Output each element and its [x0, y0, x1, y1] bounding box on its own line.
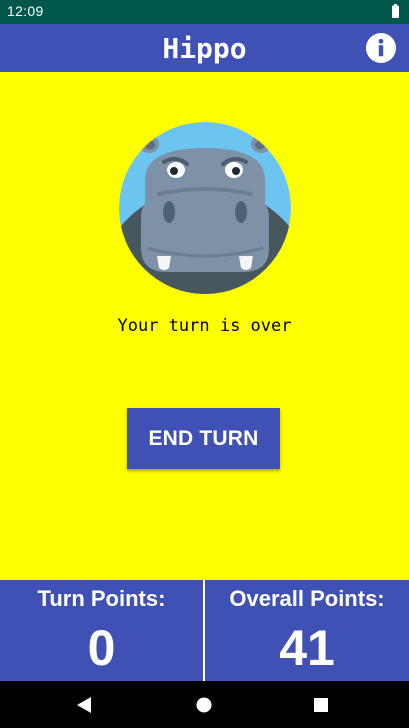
app-title: Hippo — [162, 32, 247, 65]
turn-points-value: 0 — [87, 620, 116, 676]
app-bar: Hippo — [0, 24, 409, 72]
navigation-bar — [0, 681, 409, 728]
game-area: Your turn is over END TURN — [0, 72, 409, 580]
overall-points-label: Overall Points: — [229, 586, 385, 611]
turn-points-panel: Turn Points: 0 — [0, 580, 203, 681]
status-time: 12:09 — [7, 3, 44, 19]
recents-icon[interactable] — [308, 692, 334, 718]
hippo-avatar — [119, 122, 291, 294]
home-icon[interactable] — [191, 692, 217, 718]
end-turn-button[interactable]: END TURN — [127, 408, 280, 469]
status-bar: 12:09 — [0, 0, 409, 24]
battery-icon — [392, 4, 399, 18]
app-screen: 12:09 Hippo Your turn is over END TURN T… — [0, 0, 409, 728]
overall-points-panel: Overall Points: 41 — [205, 580, 409, 681]
scoreboard: Turn Points: 0 Overall Points: 41 — [0, 580, 409, 681]
overall-points-value: 41 — [279, 620, 335, 676]
turn-points-label: Turn Points: — [37, 586, 166, 611]
turn-message: Your turn is over — [117, 316, 292, 336]
back-icon[interactable] — [71, 692, 97, 718]
info-icon[interactable] — [366, 33, 396, 63]
